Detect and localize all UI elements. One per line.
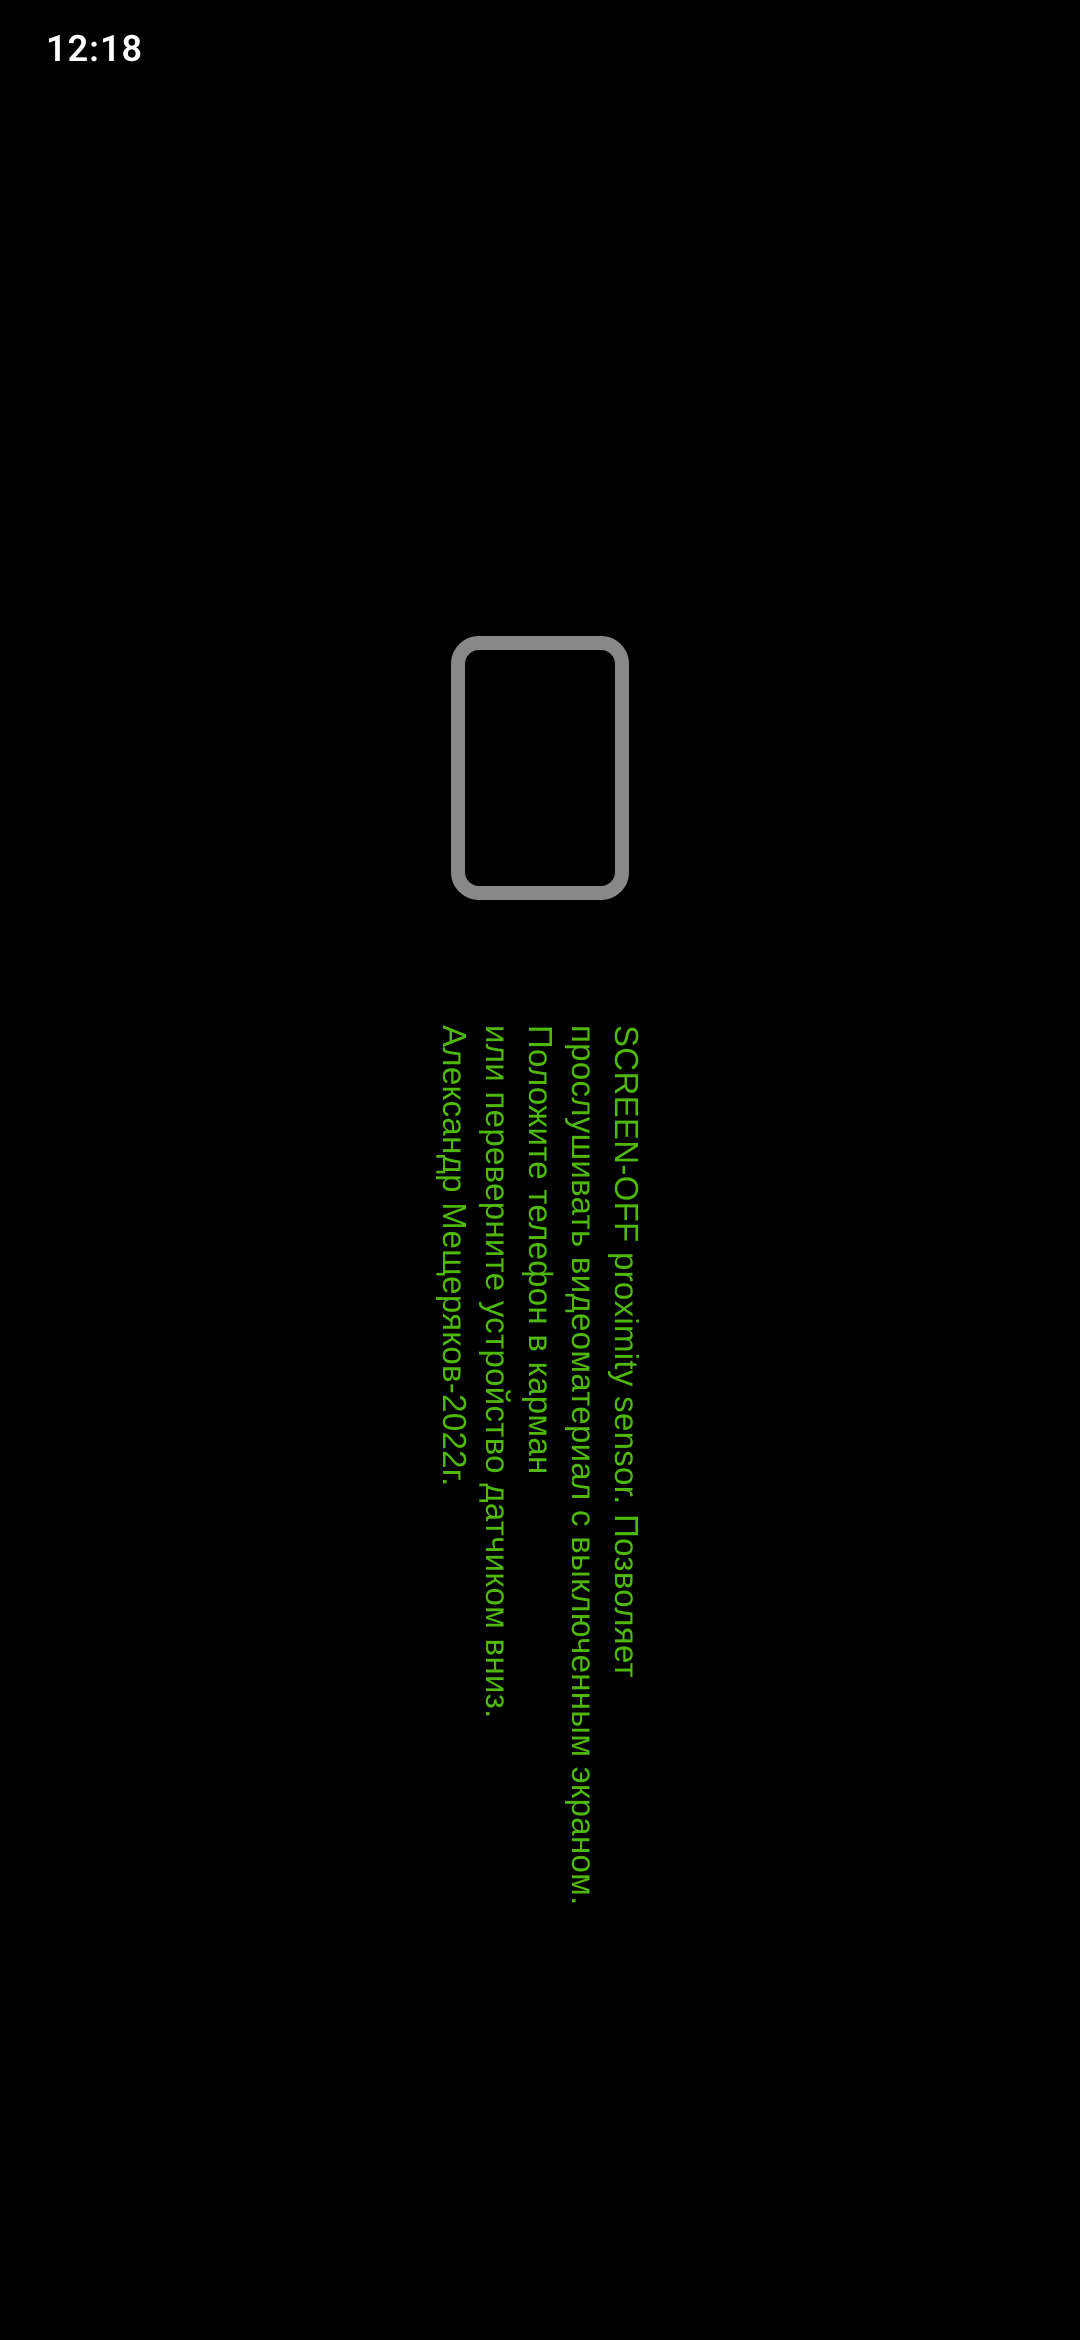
description-line-2: прослушивать видеоматериал с выключенным… [561, 1025, 604, 1985]
description-line-5: Александр Мещеряков-2022г. [433, 1025, 476, 1985]
description-line-4: или переверните устройство датчиком вниз… [476, 1025, 519, 1985]
description-line-1: SCREEN-OFF proximity sensor. Позволяет [604, 1025, 647, 1985]
status-bar-time: 12:18 [46, 28, 143, 70]
description-line-3: Положите телефон в карман [519, 1025, 562, 1985]
phone-outline-icon [451, 636, 629, 900]
description-container: SCREEN-OFF proximity sensor. Позволяет п… [60, 1025, 1020, 1985]
description-text: SCREEN-OFF proximity sensor. Позволяет п… [433, 1025, 647, 1985]
